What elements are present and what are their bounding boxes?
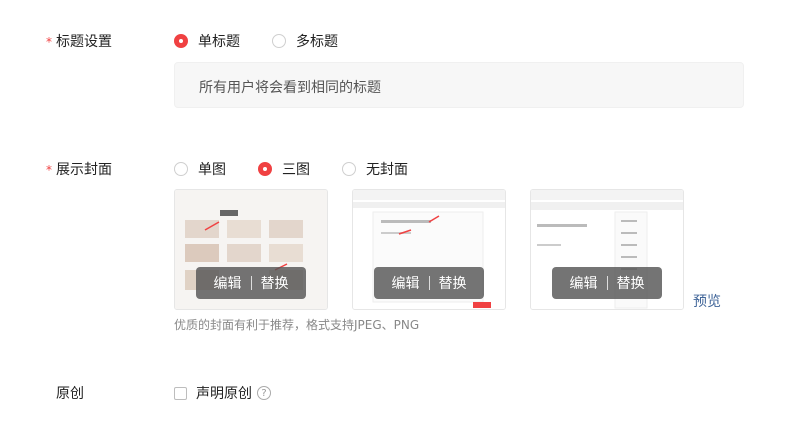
radio-label: 单图 [198,162,226,178]
edit-cover-button[interactable]: 编辑 [392,273,420,293]
title-setting-label: * 标题设置 [46,31,112,51]
radio-label: 无封面 [366,162,408,178]
radio-checked-icon [174,34,188,48]
cover-edit-overlay: 编辑 替换 [374,267,484,299]
replace-cover-button[interactable]: 替换 [617,273,645,293]
checkbox-label: 声明原创 [196,386,252,402]
preview-link[interactable]: 预览 [693,291,721,311]
title-info-text: 所有用户将会看到相同的标题 [199,80,381,96]
radio-unchecked-icon [342,162,356,176]
title-setting-label-text: 标题设置 [56,34,112,50]
radio-three-images[interactable]: 三图 [258,159,310,179]
checkbox-icon[interactable] [174,386,187,400]
cover-setting-label-text: 展示封面 [56,162,112,178]
radio-label: 多标题 [296,34,338,50]
original-label: 原创 [56,386,84,402]
required-mark: * [46,35,52,49]
radio-label: 单标题 [198,34,240,50]
radio-multi-title[interactable]: 多标题 [272,31,338,51]
radio-no-cover[interactable]: 无封面 [342,159,408,179]
divider [250,276,252,290]
question-circle-icon[interactable]: ? [257,386,271,400]
cover-hint-text: 优质的封面有利于推荐，格式支持JPEG、PNG [174,318,420,332]
replace-cover-button[interactable]: 替换 [439,273,467,293]
divider [606,276,608,290]
required-mark: * [46,163,52,177]
radio-unchecked-icon [174,162,188,176]
cover-edit-overlay: 编辑 替换 [552,267,662,299]
declare-original-checkbox[interactable]: 声明原创 ? [174,383,271,403]
cover-image-2[interactable]: 编辑 替换 [352,189,506,310]
radio-single-image[interactable]: 单图 [174,159,226,179]
edit-cover-button[interactable]: 编辑 [570,273,598,293]
radio-unchecked-icon [272,34,286,48]
edit-cover-button[interactable]: 编辑 [214,273,242,293]
cover-image-1[interactable]: 编辑 替换 [174,189,328,310]
replace-cover-button[interactable]: 替换 [261,273,289,293]
cover-setting-label: * 展示封面 [46,159,112,179]
radio-label: 三图 [282,162,310,178]
radio-checked-icon [258,162,272,176]
radio-single-title[interactable]: 单标题 [174,31,240,51]
cover-edit-overlay: 编辑 替换 [196,267,306,299]
title-info-box: 所有用户将会看到相同的标题 [174,62,744,108]
divider [428,276,430,290]
cover-image-3[interactable]: 编辑 替换 [530,189,684,310]
